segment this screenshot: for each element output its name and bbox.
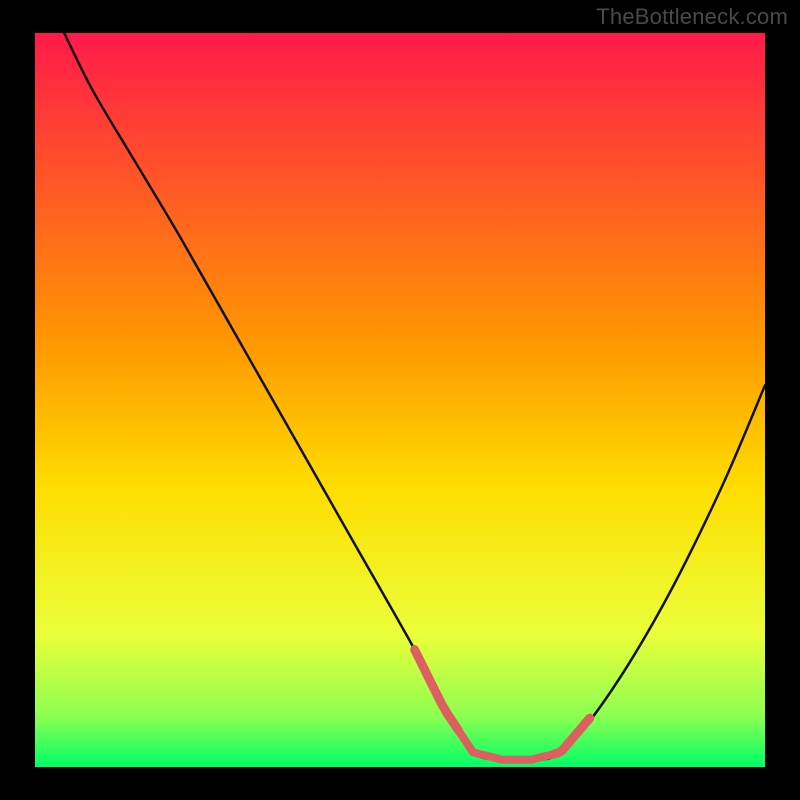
chart-frame: { "watermark": "TheBottleneck.com", "col… [0, 0, 800, 800]
watermark-text: TheBottleneck.com [596, 4, 788, 30]
bottleneck-plot [0, 0, 800, 800]
plot-bg [35, 33, 765, 767]
